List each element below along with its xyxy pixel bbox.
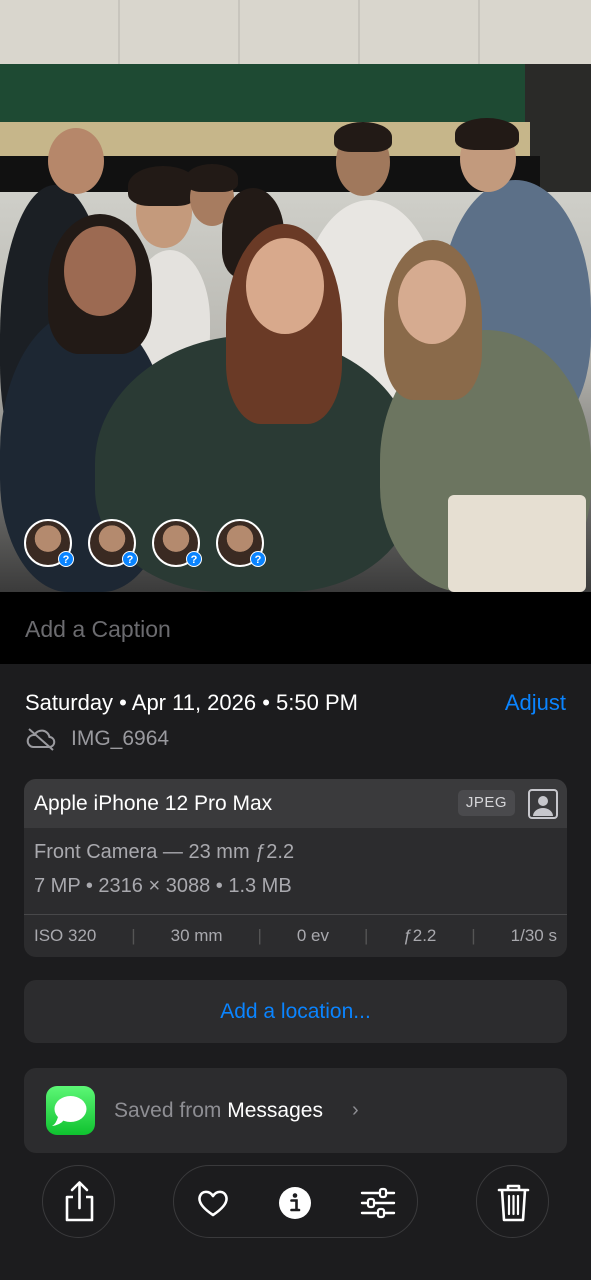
photo-wall-stripe <box>0 64 525 122</box>
saved-from-text: Saved from Messages <box>114 1099 323 1123</box>
camera-model: Apple iPhone 12 Pro Max <box>34 792 273 815</box>
person-chip[interactable]: ? <box>88 519 138 567</box>
delete-button[interactable] <box>476 1165 549 1238</box>
exif-specs: ISO 320 | 30 mm | 0 ev | ƒ2.2 | 1/30 s <box>34 926 557 946</box>
spec-separator: | <box>471 926 476 945</box>
camera-info-card: Apple iPhone 12 Pro Max JPEG Front Camer… <box>24 779 567 957</box>
shutter-speed-value: 1/30 s <box>510 926 557 945</box>
photo-ceiling <box>0 0 591 64</box>
photo-head <box>48 128 104 194</box>
focal-length-value: 30 mm <box>170 926 223 945</box>
trash-icon <box>497 1184 530 1222</box>
chevron-right-icon: › <box>352 1099 359 1121</box>
saved-from-row[interactable]: Saved from Messages › <box>24 1068 567 1153</box>
photo-head <box>64 226 136 316</box>
unknown-person-badge: ? <box>58 551 74 567</box>
icloud-off-icon <box>26 728 56 751</box>
photo-actions-group <box>173 1165 418 1238</box>
unknown-person-badge: ? <box>250 551 266 567</box>
aperture-value: ƒ2.2 <box>403 926 437 945</box>
adjust-date-button[interactable]: Adjust <box>505 690 566 716</box>
photo-head <box>246 238 324 334</box>
people-chips: ? ? ? ? <box>24 519 266 567</box>
info-icon[interactable] <box>277 1185 313 1221</box>
sliders-icon[interactable] <box>360 1186 396 1220</box>
photo-tote-bag <box>448 495 586 592</box>
photo-icon[interactable] <box>527 788 559 820</box>
camera-info-header: Apple iPhone 12 Pro Max JPEG <box>24 779 567 828</box>
divider <box>24 914 567 915</box>
photo-date: Saturday • Apr 11, 2026 • 5:50 PM <box>25 690 358 715</box>
person-chip[interactable]: ? <box>24 519 74 567</box>
exposure-value: 0 ev <box>296 926 330 945</box>
lens-info: Front Camera — 23 mm ƒ2.2 <box>34 841 295 863</box>
spec-separator: | <box>257 926 262 945</box>
file-name-row: IMG_6964 <box>25 727 169 751</box>
spec-separator: | <box>363 926 369 945</box>
spec-separator: | <box>131 926 136 945</box>
photo-hair <box>186 164 238 192</box>
person-chip[interactable]: ? <box>216 519 266 567</box>
unknown-person-badge: ? <box>186 551 202 567</box>
saved-from-prefix: Saved from <box>114 1099 222 1122</box>
photo-view[interactable]: ? ? ? ? <box>0 0 591 592</box>
source-app-name: Messages <box>227 1099 323 1122</box>
file-name: IMG_6964 <box>71 727 170 750</box>
unknown-person-badge: ? <box>122 551 138 567</box>
share-button[interactable] <box>42 1165 115 1238</box>
share-icon <box>65 1181 94 1222</box>
iso-value: ISO 320 <box>34 926 97 945</box>
messages-icon <box>46 1086 95 1135</box>
format-badge: JPEG <box>457 790 515 816</box>
add-location-button[interactable]: Add a location... <box>24 980 567 1043</box>
image-details: 7 MP • 2316 × 3088 • 1.3 MB <box>34 875 292 897</box>
photo-hair <box>334 122 392 152</box>
person-chip[interactable]: ? <box>152 519 202 567</box>
photo-head <box>398 260 466 344</box>
heart-icon[interactable] <box>196 1186 230 1220</box>
photo-hair <box>455 118 519 150</box>
caption-field[interactable]: Add a Caption <box>0 592 591 664</box>
caption-placeholder: Add a Caption <box>25 616 171 642</box>
